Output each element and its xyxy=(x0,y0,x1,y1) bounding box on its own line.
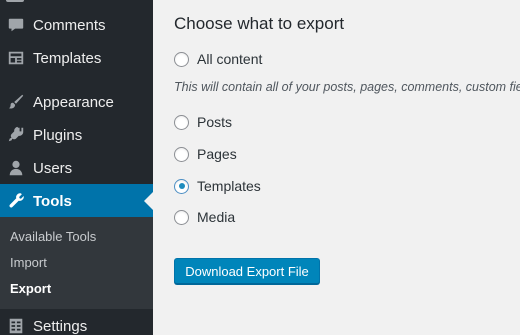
admin-sidebar: Comments Templates Appearance Plugins Us… xyxy=(0,0,153,335)
sidebar-item-settings[interactable]: Settings xyxy=(0,309,153,335)
sidebar-item-tools[interactable]: Tools xyxy=(0,184,153,218)
sidebar-item-plugins[interactable]: Plugins xyxy=(0,118,153,152)
option-label: Pages xyxy=(197,146,237,162)
option-label: All content xyxy=(197,51,263,67)
sidebar-item-label: Users xyxy=(33,159,73,177)
tools-submenu: Available Tools Import Export xyxy=(0,217,153,309)
pages-radio[interactable] xyxy=(174,146,189,162)
sidebar-item-templates[interactable]: Templates xyxy=(0,41,153,75)
wrench-icon xyxy=(6,191,26,211)
sidebar-item-label: Settings xyxy=(33,317,88,335)
option-pages[interactable]: Pages xyxy=(174,146,237,162)
sidebar-item-users[interactable]: Users xyxy=(0,151,153,185)
active-menu-arrow xyxy=(144,192,153,210)
option-label: Posts xyxy=(197,114,233,130)
submenu-item-export[interactable]: Export xyxy=(10,281,51,296)
page-title: Choose what to export xyxy=(174,14,345,33)
settings-icon xyxy=(6,316,26,335)
sidebar-item-label: Templates xyxy=(33,49,102,67)
option-media[interactable]: Media xyxy=(174,209,235,225)
all-content-radio[interactable] xyxy=(174,51,189,67)
sidebar-item-label: Plugins xyxy=(33,126,83,144)
submenu-item-import[interactable]: Import xyxy=(10,255,47,270)
option-label: Media xyxy=(197,209,236,225)
option-label: Templates xyxy=(197,178,261,194)
sidebar-item-appearance[interactable]: Appearance xyxy=(0,85,153,119)
sidebar-item-label: Comments xyxy=(33,16,106,34)
option-templates[interactable]: Templates xyxy=(174,178,261,194)
all-content-description: This will contain all of your posts, pag… xyxy=(174,80,520,94)
paintbrush-icon xyxy=(6,92,26,112)
plug-icon xyxy=(6,125,26,145)
sidebar-item-label: Appearance xyxy=(33,93,114,111)
download-export-button[interactable]: Download Export File xyxy=(174,258,320,284)
templates-radio[interactable] xyxy=(174,178,189,194)
user-icon xyxy=(6,158,26,178)
sidebar-item-label: Tools xyxy=(33,192,72,210)
templates-icon xyxy=(6,48,26,68)
option-posts[interactable]: Posts xyxy=(174,114,232,130)
partial-menu-icon xyxy=(6,0,24,2)
comment-icon xyxy=(6,15,26,35)
export-panel: Choose what to export All content This w… xyxy=(153,0,520,335)
media-radio[interactable] xyxy=(174,209,189,225)
option-all-content[interactable]: All content xyxy=(174,51,262,67)
submenu-item-available-tools[interactable]: Available Tools xyxy=(10,229,96,244)
posts-radio[interactable] xyxy=(174,114,189,130)
sidebar-item-comments[interactable]: Comments xyxy=(0,8,153,42)
